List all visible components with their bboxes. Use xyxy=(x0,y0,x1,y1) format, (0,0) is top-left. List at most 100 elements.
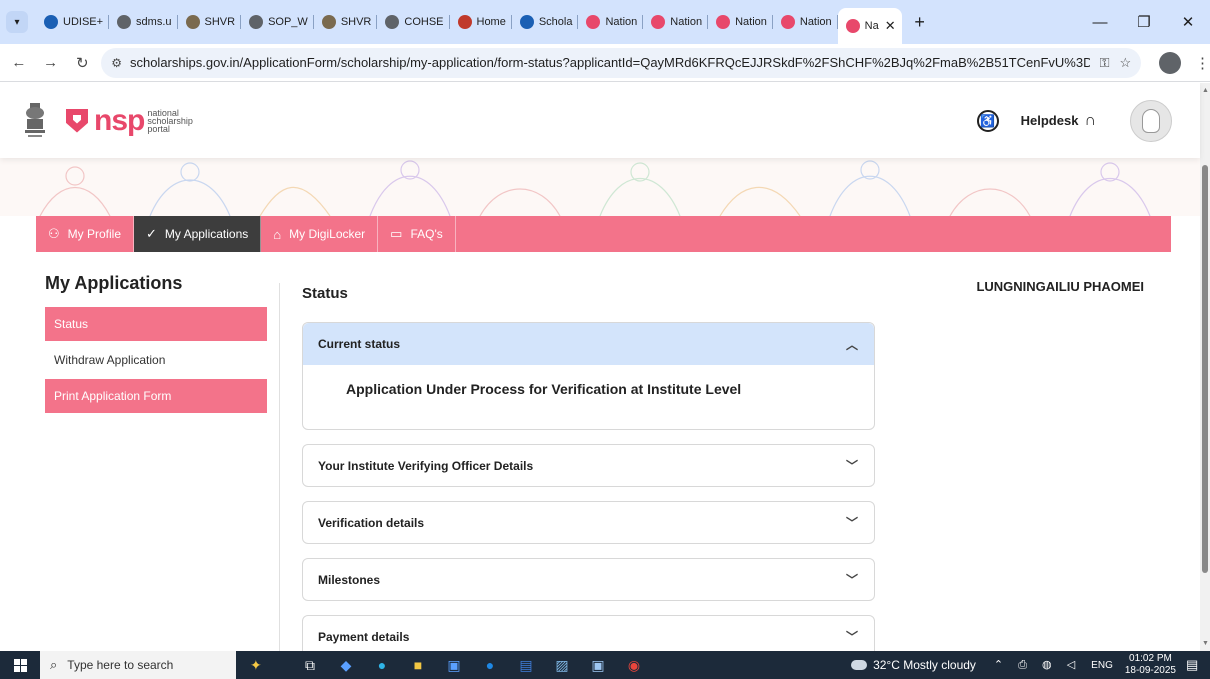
status-section-header[interactable]: Payment details ﹀ xyxy=(303,616,874,651)
minimize-button[interactable]: — xyxy=(1078,0,1122,44)
globe-favicon xyxy=(117,15,132,29)
notification-center-icon[interactable]: ▤ xyxy=(1186,657,1210,673)
scroll-up-icon[interactable]: ▲ xyxy=(1202,87,1209,94)
status-section-label: Your Institute Verifying Officer Details xyxy=(318,458,534,473)
new-tab-button[interactable]: + xyxy=(906,8,934,36)
browser-tab-active[interactable]: Na ✕ xyxy=(837,8,902,44)
nsp-favicon xyxy=(780,15,795,29)
reload-button[interactable]: ↻ xyxy=(69,50,95,76)
browser-tab[interactable]: sdms.u xyxy=(109,6,178,38)
current-status-header[interactable]: Current status ︿ xyxy=(303,323,874,365)
close-window-button[interactable]: ✕ xyxy=(1166,0,1210,44)
nav-tab-label: My Profile xyxy=(67,227,121,241)
globe-favicon xyxy=(249,15,264,29)
browser-menu-icon[interactable]: ⋮ xyxy=(1195,54,1210,72)
bookmark-star-icon[interactable]: ☆ xyxy=(1120,55,1132,71)
browser-tab[interactable]: SHVR xyxy=(178,6,242,38)
browser-tab[interactable]: Nation xyxy=(773,6,838,38)
browser-tab[interactable]: Nation xyxy=(643,6,708,38)
screen-capture-icon[interactable]: ▣ xyxy=(580,651,616,679)
site-header: nsp national scholarship portal ♿ Helpde… xyxy=(0,83,1200,158)
nav-tab-my-profile[interactable]: ⚇ My Profile xyxy=(36,216,134,252)
chevron-down-icon: ﹀ xyxy=(845,630,858,644)
sidebar-item-print-application-form[interactable]: Print Application Form xyxy=(45,379,267,413)
password-key-icon[interactable]: ⚿ xyxy=(1100,55,1110,71)
browser-tab-label: UDISE+ xyxy=(63,16,104,28)
status-section-header[interactable]: Your Institute Verifying Officer Details… xyxy=(303,445,874,486)
close-tab-icon[interactable]: ✕ xyxy=(885,18,896,34)
nsp-logo[interactable]: nsp national scholarship portal xyxy=(66,105,193,136)
header-actions: ♿ Helpdesk ∩ xyxy=(976,83,1172,158)
taskbar-apps: ⧉ ◆ ● ■ ▣ ● ▤ ▨ ▣ ◉ xyxy=(292,651,652,679)
scroll-thumb[interactable] xyxy=(1202,165,1208,573)
helpdesk-label: Helpdesk xyxy=(1020,113,1079,128)
clock[interactable]: 01:02 PM 18-09-2025 xyxy=(1125,653,1176,677)
language-indicator[interactable]: ENG xyxy=(1091,660,1113,671)
browser-tab[interactable]: SHVR xyxy=(314,6,378,38)
nav-tab-my-applications[interactable]: ✓ My Applications xyxy=(134,216,262,252)
site-info-icon[interactable]: ⚙ xyxy=(111,56,122,70)
browser-tab-label: Nation xyxy=(670,16,703,28)
start-button[interactable] xyxy=(0,651,40,679)
tab-search-button[interactable]: ▾ xyxy=(6,11,28,33)
nsp-favicon xyxy=(845,19,860,33)
nav-tab-faq-s[interactable]: ▭ FAQ's xyxy=(378,216,456,252)
national-emblem-icon xyxy=(22,99,48,143)
browser-tab[interactable]: Nation xyxy=(708,6,773,38)
window-controls: — ❐ ✕ xyxy=(1078,0,1210,44)
chrome-icon[interactable]: ◉ xyxy=(616,651,652,679)
widgets-icon[interactable]: ◆ xyxy=(328,651,364,679)
accessibility-icon[interactable]: ♿ xyxy=(976,109,999,132)
user-avatar[interactable] xyxy=(1130,99,1172,142)
browser-tab[interactable]: Nation xyxy=(578,6,644,38)
tray-icons[interactable]: ⌃ ⎙ ◍ ◁ xyxy=(994,658,1081,672)
current-status-accordion: Current status ︿ Application Under Proce… xyxy=(302,322,875,430)
nsp-favicon xyxy=(651,15,666,29)
browser-tab-label: Home xyxy=(476,16,506,28)
emblem-favicon xyxy=(321,15,336,29)
page-viewport: nsp national scholarship portal ♿ Helpde… xyxy=(0,83,1210,651)
browser-tab-label: sdms.u xyxy=(136,16,172,28)
back-button[interactable]: ← xyxy=(6,50,32,76)
scroll-down-icon[interactable]: ▼ xyxy=(1202,640,1209,647)
forward-button[interactable]: → xyxy=(38,50,64,76)
nsp-favicon xyxy=(716,15,731,29)
word-icon[interactable]: ▤ xyxy=(508,651,544,679)
weather-cloud-icon xyxy=(851,660,868,670)
photos-icon[interactable]: ▨ xyxy=(544,651,580,679)
clock-time: 01:02 PM xyxy=(1129,653,1172,664)
status-section-header[interactable]: Milestones ﹀ xyxy=(303,559,874,600)
system-tray: 32°C Mostly cloudy ⌃ ⎙ ◍ ◁ ENG 01:02 PM … xyxy=(851,651,1210,679)
status-section-label: Verification details xyxy=(318,515,425,530)
status-section-accordion: Your Institute Verifying Officer Details… xyxy=(302,444,875,487)
helpdesk-link[interactable]: Helpdesk ∩ xyxy=(1021,112,1096,130)
page-scrollbar[interactable]: ▲ ▼ xyxy=(1200,83,1210,651)
store-icon[interactable]: ▣ xyxy=(436,651,472,679)
chevron-down-icon: ﹀ xyxy=(845,516,858,530)
task-view-icon[interactable]: ⧉ xyxy=(292,651,328,679)
browser-tab[interactable]: Schola xyxy=(512,6,579,38)
sidebar-item-status[interactable]: Status xyxy=(45,307,267,341)
status-panel: Status Current status ︿ Application Unde… xyxy=(302,279,877,651)
nav-tab-my-digilocker[interactable]: ⌂ My DigiLocker xyxy=(261,216,379,252)
restore-button[interactable]: ❐ xyxy=(1122,0,1166,44)
applicant-name: LUNGNINGAILIU PHAOMEI xyxy=(976,279,1144,294)
status-section-label: Milestones xyxy=(318,572,381,587)
file-explorer-icon[interactable]: ■ xyxy=(400,651,436,679)
copilot-sparkle-icon[interactable]: ✦ xyxy=(250,657,286,674)
taskbar-search[interactable]: ⌕ Type here to search xyxy=(40,651,236,679)
browser-tab[interactable]: UDISE+ xyxy=(36,6,110,38)
nav-tab-label: FAQ's xyxy=(410,227,443,241)
edge-icon[interactable]: ● xyxy=(364,651,400,679)
chevron-down-icon: ﹀ xyxy=(845,573,858,587)
browser-profile-avatar[interactable] xyxy=(1159,51,1181,74)
address-bar[interactable]: ⚙ scholarships.gov.in/ApplicationForm/sc… xyxy=(101,47,1142,78)
sidebar-item-withdraw-application[interactable]: Withdraw Application xyxy=(45,343,267,377)
clock-date: 18-09-2025 xyxy=(1124,665,1176,676)
outlook-icon[interactable]: ● xyxy=(472,651,508,679)
browser-tab[interactable]: COHSE xyxy=(377,6,450,38)
status-section-header[interactable]: Verification details ﹀ xyxy=(303,502,874,543)
browser-tab[interactable]: Home xyxy=(450,6,512,38)
weather-widget[interactable]: 32°C Mostly cloudy xyxy=(851,658,976,672)
browser-tab[interactable]: SOP_W xyxy=(241,6,314,38)
